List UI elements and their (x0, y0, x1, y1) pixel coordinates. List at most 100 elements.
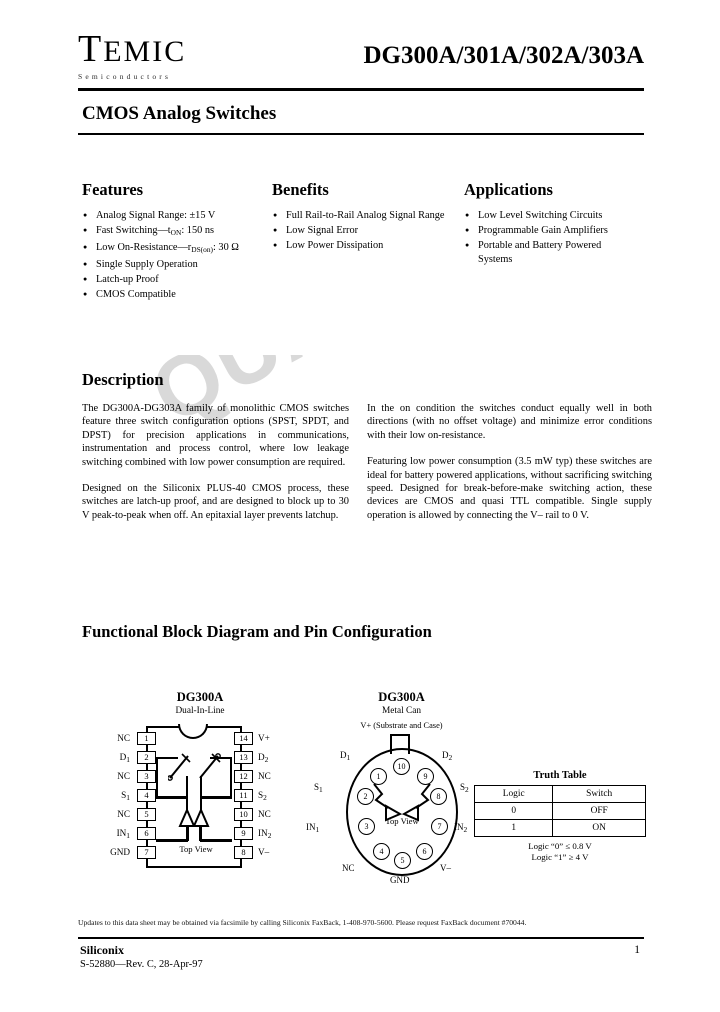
dip-pin-label-1: NC (90, 732, 130, 745)
pin-label-subscript: 2 (463, 825, 468, 834)
dip-pin-8[interactable]: 8 (234, 846, 253, 859)
pin-label-text: GND (110, 847, 130, 857)
dip-subtitle: Dual-In-Line (175, 706, 225, 716)
description-left-column: The DG300A-DG303A family of monolithic C… (82, 402, 367, 535)
paragraph: In the on condition the switches conduct… (367, 403, 652, 441)
features-column: Features Analog Signal Range: ±15 V Fast… (82, 180, 272, 304)
list-item: Low Power Dissipation (272, 239, 450, 253)
feature-text: Latch-up Proof (96, 274, 159, 286)
description-section: Description The DG300A-DG303A family of … (82, 370, 652, 535)
table-header-row: Logic Switch (473, 785, 646, 803)
truth-table-title: Truth Table (533, 770, 587, 781)
dip-pin-12[interactable]: 12 (234, 770, 253, 783)
dip-pin-label-5: NC (90, 808, 130, 821)
can-pin-10[interactable]: 10 (393, 758, 410, 775)
footer-revision: S-52880—Rev. C, 28-Apr-97 (80, 959, 203, 970)
internal-wire (230, 758, 232, 798)
dip-pin-label-12: NC (258, 770, 271, 783)
truth-table-note-high: Logic “1” ≥ 4 V (531, 852, 589, 862)
truth-table-block: Truth Table Logic Switch 0 OFF 1 ON Logi… (470, 770, 650, 863)
cell-switch-off: OFF (552, 802, 646, 820)
pin-label-text: IN (116, 828, 127, 838)
truth-table: Logic Switch 0 OFF 1 ON (473, 785, 646, 837)
description-right-column: In the on condition the switches conduct… (367, 402, 652, 535)
dip-switch-symbol-left (168, 753, 191, 781)
list-item: CMOS Compatible (82, 288, 258, 302)
logo-wordmark: TEMIC (78, 30, 288, 68)
dip-pin-14[interactable]: 14 (234, 732, 253, 745)
dip-pin-label-8: V– (258, 846, 269, 859)
pin-label-text: GND (390, 875, 410, 885)
dip-pin-label-2: D1 (90, 751, 130, 766)
pin-label-text: V+ (258, 733, 270, 743)
dip-pin-1[interactable]: 1 (137, 732, 156, 745)
table-row: 0 OFF (473, 802, 646, 820)
dip-pin-6[interactable]: 6 (137, 827, 156, 840)
column-header-switch: Switch (552, 785, 646, 803)
can-pin-label-3: IN1 (306, 822, 319, 834)
can-pin-9[interactable]: 9 (417, 768, 434, 785)
truth-table-notes: Logic “0” ≤ 0.8 V Logic “1” ≥ 4 V (470, 841, 650, 863)
logo-main-text: TEMIC (78, 28, 187, 70)
pin-label-subscript: 2 (448, 753, 453, 762)
pin-label-subscript: 1 (315, 825, 320, 834)
feature-text: Single Supply Operation (96, 259, 198, 271)
list-item: Programmable Gain Amplifiers (464, 224, 638, 238)
can-pin-1[interactable]: 1 (370, 768, 387, 785)
can-vplus-note: V+ (Substrate and Case) (360, 721, 443, 730)
can-title: DG300A (378, 690, 425, 704)
applications-list: Low Level Switching Circuits Programmabl… (464, 209, 638, 266)
pin-label-text: NC (258, 809, 271, 819)
dip-pin-2[interactable]: 2 (137, 751, 156, 764)
can-pin-4[interactable]: 4 (373, 843, 390, 860)
can-pin-8[interactable]: 8 (430, 788, 447, 805)
dip-pin-4[interactable]: 4 (137, 789, 156, 802)
dip-pin-5[interactable]: 5 (137, 808, 156, 821)
can-pin-label-8: S2 (460, 782, 469, 794)
feature-subscript: DS(on) (191, 245, 213, 255)
list-item: Portable and Battery Powered Systems (464, 239, 638, 266)
dip-pin-7[interactable]: 7 (137, 846, 156, 859)
list-item: Fast Switching—tON: 150 ns (82, 224, 258, 240)
dip-pin-13[interactable]: 13 (234, 751, 253, 764)
part-number-title: DG300A/301A/302A/303A (363, 42, 644, 69)
feature-text: Fast Switching—t (96, 225, 171, 237)
dip-pin-11[interactable]: 11 (234, 789, 253, 802)
can-pin-2[interactable]: 2 (357, 788, 374, 805)
dip-pin-label-7: GND (90, 846, 130, 859)
can-pin-5[interactable]: 5 (394, 852, 411, 869)
temic-logo: TEMIC Semiconductors (78, 30, 288, 81)
dip-pin-10[interactable]: 10 (234, 808, 253, 821)
truth-table-note-low: Logic “0” ≤ 0.8 V (528, 841, 592, 851)
header-divider (78, 88, 644, 91)
pin-label-text: IN (306, 822, 316, 832)
feature-text-rest: : 150 ns (181, 225, 214, 237)
pin-label-subscript: 2 (267, 831, 272, 840)
dip-title: DG300A (176, 690, 224, 704)
dip-pin-label-10: NC (258, 808, 271, 821)
dip-pin-3[interactable]: 3 (137, 770, 156, 783)
paragraph: Featuring low power consumption (3.5 mW … (367, 456, 652, 521)
internal-wire (186, 798, 188, 810)
dip-pin-9[interactable]: 9 (234, 827, 253, 840)
feature-text: CMOS Compatible (96, 289, 176, 301)
dip-pin-label-14: V+ (258, 732, 270, 745)
title-divider (78, 133, 644, 135)
pin-label-subscript: 1 (346, 753, 351, 762)
dip-package-diagram: DG300A Dual-In-Line 1 2 3 4 5 6 7 NC D1 … (100, 690, 300, 870)
features-list: Analog Signal Range: ±15 V Fast Switchin… (82, 209, 258, 302)
faxback-note: Updates to this data sheet may be obtain… (78, 918, 527, 927)
footer-divider (78, 937, 644, 939)
internal-wire (200, 798, 202, 810)
list-item: Latch-up Proof (82, 273, 258, 287)
can-pin-6[interactable]: 6 (416, 843, 433, 860)
page-number: 1 (634, 944, 640, 956)
can-pin-label-6: V– (440, 863, 451, 873)
list-item: Low Level Switching Circuits (464, 209, 638, 223)
pin-label-text: NC (117, 809, 130, 819)
dip-top-view-label: Top View (179, 844, 213, 854)
benefits-column: Benefits Full Rail-to-Rail Analog Signal… (272, 180, 464, 304)
dip-switch-symbol-right (199, 753, 221, 779)
dip-pin-label-3: NC (90, 770, 130, 783)
paragraph: The DG300A-DG303A family of monolithic C… (82, 403, 349, 468)
